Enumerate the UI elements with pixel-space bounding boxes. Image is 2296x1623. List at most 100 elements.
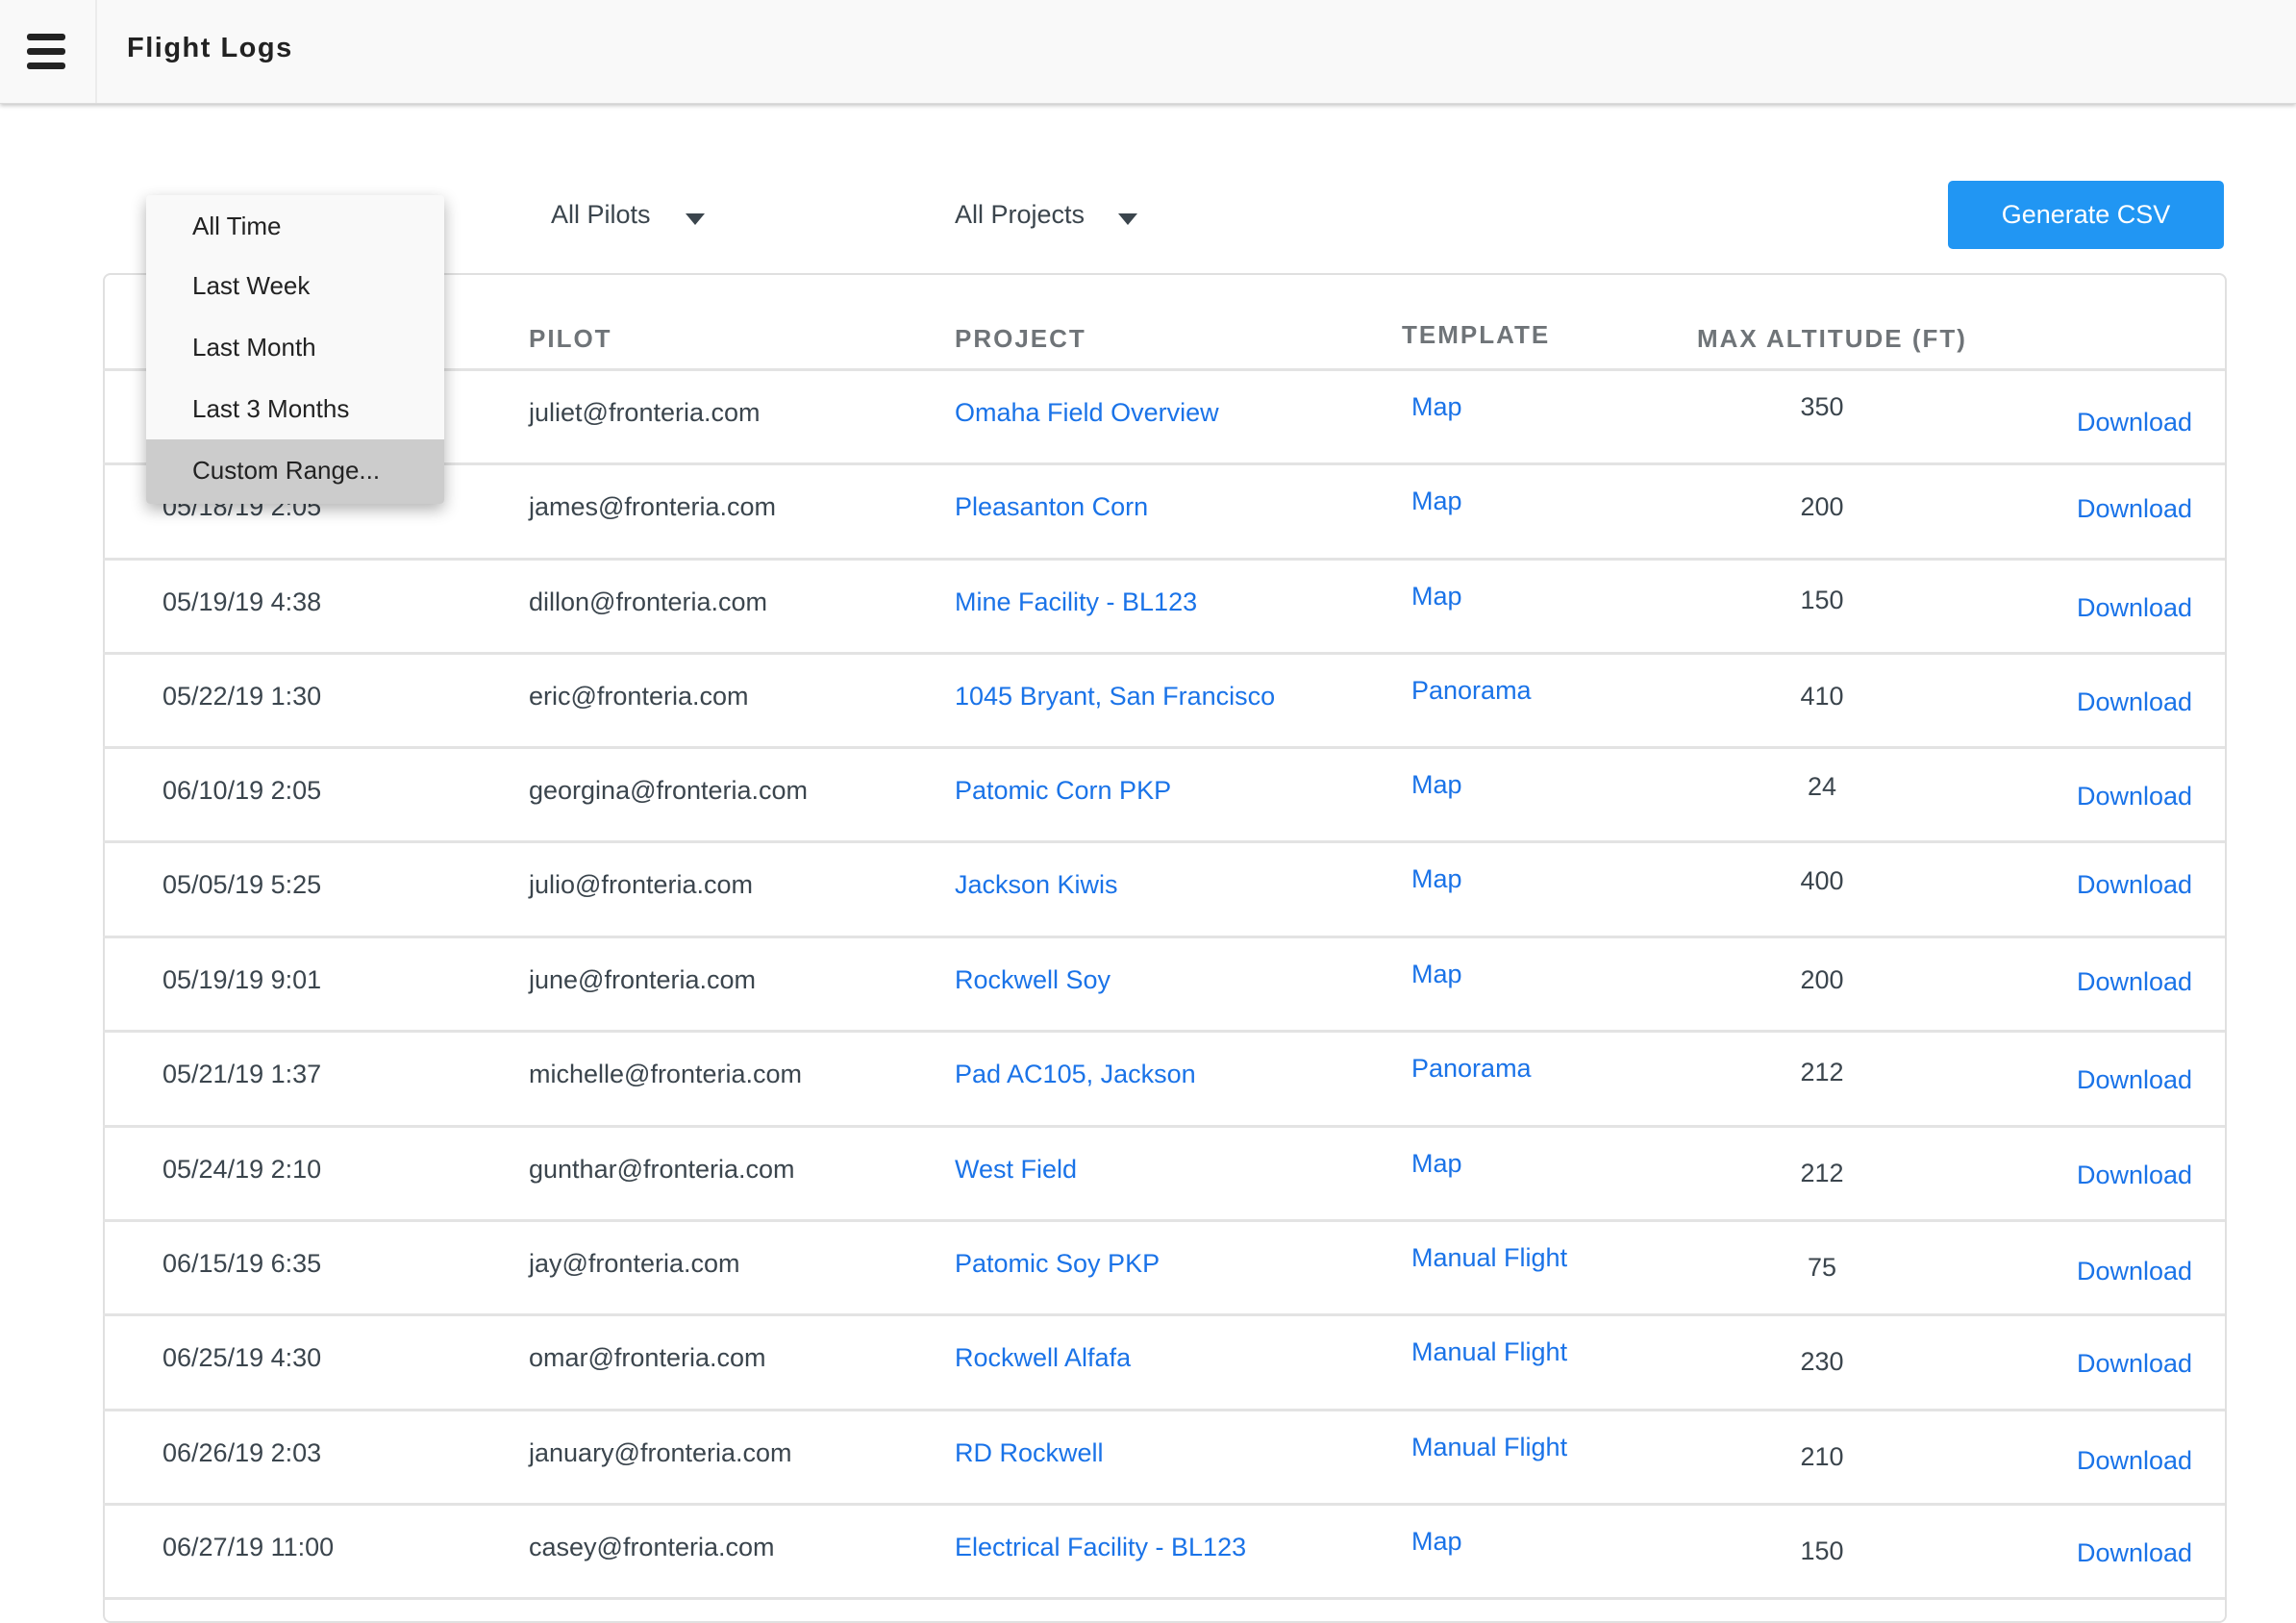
- row-divider: [103, 1219, 2225, 1222]
- row-divider: [103, 1313, 2225, 1316]
- row-project-link[interactable]: Pad AC105, Jackson: [955, 1060, 1196, 1089]
- row-pilot: january@fronteria.com: [529, 1438, 792, 1467]
- row-max-altitude: 24: [1807, 772, 1837, 801]
- row-template-link[interactable]: Map: [1411, 582, 1462, 612]
- row-max-altitude: 150: [1800, 586, 1844, 614]
- row-pilot: june@fronteria.com: [529, 965, 757, 994]
- row-date: 06/15/19 6:35: [162, 1249, 322, 1278]
- row-pilot: juliet@fronteria.com: [529, 398, 761, 427]
- row-project-link[interactable]: West Field: [955, 1155, 1077, 1185]
- row-pilot: james@fronteria.com: [529, 492, 776, 521]
- row-divider: [103, 746, 2225, 749]
- row-download-link[interactable]: Download: [2077, 870, 2192, 900]
- row-template-link[interactable]: Map: [1411, 1527, 1462, 1557]
- caret-down-icon: [1118, 213, 1137, 225]
- row-template-link[interactable]: Map: [1411, 392, 1462, 422]
- row-download-link[interactable]: Download: [2077, 494, 2192, 524]
- row-divider: [103, 1503, 2225, 1506]
- row-pilot: dillon@fronteria.com: [529, 587, 768, 616]
- pilots-filter-label: All Pilots: [551, 200, 651, 229]
- row-template-link[interactable]: Panorama: [1411, 676, 1532, 706]
- row-max-altitude: 400: [1800, 866, 1844, 895]
- column-header-project[interactable]: PROJECT: [955, 324, 1086, 354]
- row-date: 05/05/19 5:25: [162, 870, 322, 899]
- row-download-link[interactable]: Download: [2077, 1065, 2192, 1095]
- row-date: 06/26/19 2:03: [162, 1438, 322, 1467]
- row-template-link[interactable]: Manual Flight: [1411, 1243, 1567, 1273]
- row-pilot: michelle@fronteria.com: [529, 1060, 803, 1088]
- date-option-custom-range[interactable]: Custom Range...: [146, 439, 444, 504]
- column-header-pilot[interactable]: PILOT: [529, 324, 612, 354]
- row-project-link[interactable]: Rockwell Alfafa: [955, 1343, 1131, 1373]
- row-download-link[interactable]: Download: [2077, 1538, 2192, 1568]
- option-label: Last 3 Months: [192, 394, 350, 423]
- generate-csv-button[interactable]: Generate CSV: [1948, 181, 2224, 249]
- date-option-all-time[interactable]: All Time: [146, 195, 444, 257]
- date-option-last-month[interactable]: Last Month: [146, 316, 444, 378]
- row-download-link[interactable]: Download: [2077, 1446, 2192, 1476]
- row-divider: [103, 1597, 2225, 1600]
- row-project-link[interactable]: Mine Facility - BL123: [955, 587, 1197, 617]
- column-header-template[interactable]: TEMPLATE: [1402, 320, 1550, 350]
- row-divider: [103, 1125, 2225, 1128]
- date-option-last-3-months[interactable]: Last 3 Months: [146, 378, 444, 439]
- row-template-link[interactable]: Panorama: [1411, 1054, 1532, 1084]
- row-max-altitude: 350: [1800, 392, 1844, 421]
- row-download-link[interactable]: Download: [2077, 408, 2192, 437]
- row-max-altitude: 230: [1800, 1347, 1844, 1376]
- option-label: All Time: [192, 212, 282, 240]
- row-pilot: omar@fronteria.com: [529, 1343, 766, 1372]
- row-template-link[interactable]: Manual Flight: [1411, 1433, 1567, 1462]
- row-project-link[interactable]: Jackson Kiwis: [955, 870, 1118, 900]
- date-option-last-week[interactable]: Last Week: [146, 255, 444, 316]
- row-pilot: julio@fronteria.com: [529, 870, 753, 899]
- row-max-altitude: 200: [1800, 965, 1844, 994]
- menu-bar-line: [27, 62, 65, 69]
- hamburger-menu-icon[interactable]: [0, 0, 97, 103]
- row-pilot: eric@fronteria.com: [529, 682, 749, 711]
- row-max-altitude: 212: [1800, 1159, 1844, 1187]
- row-max-altitude: 212: [1800, 1058, 1844, 1086]
- row-template-link[interactable]: Map: [1411, 1149, 1462, 1179]
- column-header-max-altitude[interactable]: MAX ALTITUDE (FT): [1697, 324, 1967, 354]
- menu-bar-line: [27, 34, 65, 40]
- row-download-link[interactable]: Download: [2077, 1257, 2192, 1286]
- row-download-link[interactable]: Download: [2077, 1161, 2192, 1190]
- row-date: 05/21/19 1:37: [162, 1060, 322, 1088]
- row-project-link[interactable]: Patomic Soy PKP: [955, 1249, 1160, 1279]
- option-label: Custom Range...: [192, 456, 381, 485]
- row-project-link[interactable]: Rockwell Soy: [955, 965, 1111, 995]
- row-download-link[interactable]: Download: [2077, 1349, 2192, 1379]
- row-divider: [103, 558, 2225, 561]
- pilots-filter-dropdown[interactable]: All Pilots: [551, 200, 705, 230]
- row-download-link[interactable]: Download: [2077, 687, 2192, 717]
- row-project-link[interactable]: Omaha Field Overview: [955, 398, 1219, 428]
- top-app-bar: Flight Logs: [0, 0, 2296, 104]
- row-project-link[interactable]: RD Rockwell: [955, 1438, 1104, 1468]
- row-divider: [103, 1030, 2225, 1033]
- row-template-link[interactable]: Map: [1411, 487, 1462, 516]
- row-pilot: jay@fronteria.com: [529, 1249, 740, 1278]
- row-project-link[interactable]: Patomic Corn PKP: [955, 776, 1171, 806]
- row-download-link[interactable]: Download: [2077, 593, 2192, 623]
- row-template-link[interactable]: Manual Flight: [1411, 1337, 1567, 1367]
- row-project-link[interactable]: Electrical Facility - BL123: [955, 1533, 1246, 1562]
- row-template-link[interactable]: Map: [1411, 864, 1462, 894]
- row-max-altitude: 150: [1800, 1536, 1844, 1565]
- row-max-altitude: 210: [1800, 1442, 1844, 1471]
- row-date: 06/10/19 2:05: [162, 776, 322, 805]
- row-pilot: georgina@fronteria.com: [529, 776, 809, 805]
- row-template-link[interactable]: Map: [1411, 770, 1462, 800]
- row-project-link[interactable]: Pleasanton Corn: [955, 492, 1148, 522]
- row-template-link[interactable]: Map: [1411, 960, 1462, 989]
- row-max-altitude: 410: [1800, 682, 1844, 711]
- row-date: 05/19/19 9:01: [162, 965, 322, 994]
- row-max-altitude: 75: [1807, 1253, 1837, 1282]
- row-download-link[interactable]: Download: [2077, 782, 2192, 812]
- row-download-link[interactable]: Download: [2077, 967, 2192, 997]
- row-date: 05/19/19 4:38: [162, 587, 322, 616]
- row-divider: [103, 840, 2225, 843]
- row-project-link[interactable]: 1045 Bryant, San Francisco: [955, 682, 1275, 712]
- projects-filter-dropdown[interactable]: All Projects: [955, 200, 1137, 230]
- row-pilot: gunthar@fronteria.com: [529, 1155, 795, 1184]
